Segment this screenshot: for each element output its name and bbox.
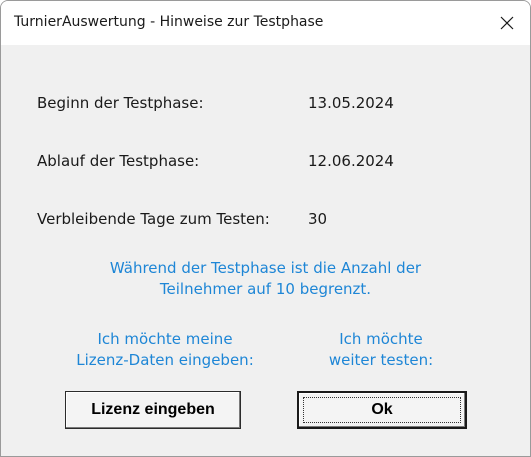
end-date-label: Ablauf der Testphase: [37, 152, 200, 170]
notice-line-1: Während der Testphase ist die Anzahl der [109, 259, 422, 277]
ok-button-label: Ok [371, 401, 393, 418]
close-button[interactable] [484, 1, 530, 45]
title-bar: TurnierAuswertung - Hinweise zur Testpha… [1, 1, 530, 45]
start-date-label: Beginn der Testphase: [37, 94, 204, 112]
ok-button[interactable]: Ok [297, 391, 467, 429]
window-title: TurnierAuswertung - Hinweise zur Testpha… [14, 14, 324, 30]
remaining-days-value: 30 [308, 210, 328, 228]
continue-hint-line-1: Ich möchte [339, 330, 423, 348]
notice-line-2: Teilnehmer auf 10 begrenzt. [159, 280, 372, 298]
dialog-window: TurnierAuswertung - Hinweise zur Testpha… [0, 0, 531, 457]
end-date-value: 12.06.2024 [308, 152, 394, 170]
remaining-days-label: Verbleibende Tage zum Testen: [37, 210, 270, 228]
license-button[interactable]: Lizenz eingeben [65, 391, 241, 429]
start-date-value: 13.05.2024 [308, 94, 394, 112]
continue-hint-line-2: weiter testen: [328, 351, 434, 369]
license-hint-line-2: Lizenz-Daten eingeben: [76, 351, 254, 369]
license-hint-line-1: Ich möchte meine [97, 330, 233, 348]
license-hint: Ich möchte meine Lizenz-Daten eingeben: [65, 329, 265, 371]
continue-hint: Ich möchte weiter testen: [291, 329, 471, 371]
participant-limit-notice: Während der Testphase ist die Anzahl der… [1, 258, 530, 300]
close-icon [500, 16, 514, 30]
